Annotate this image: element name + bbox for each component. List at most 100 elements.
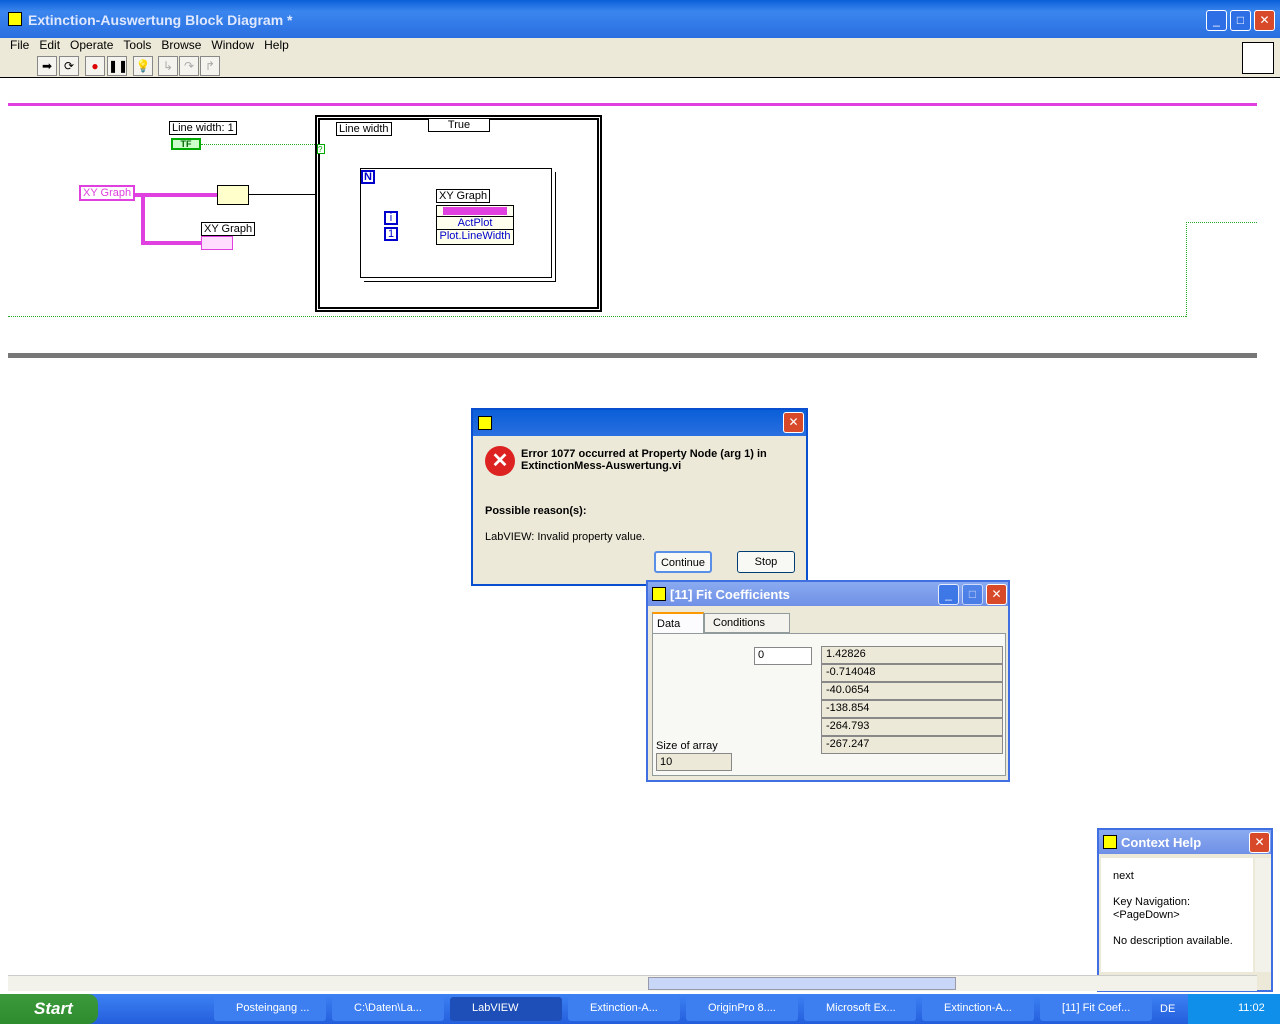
help-text: Key Navigation: — [1113, 896, 1191, 908]
maximize-button[interactable]: □ — [962, 584, 983, 605]
menu-help[interactable]: Help — [264, 38, 289, 52]
case-label: Line width — [336, 122, 392, 136]
continue-button[interactable]: Continue — [654, 551, 712, 573]
menu-browse[interactable]: Browse — [161, 38, 201, 52]
close-button[interactable]: ✕ — [1249, 832, 1270, 853]
wire — [8, 103, 1257, 106]
help-text: next — [1113, 870, 1134, 882]
labview-icon — [478, 416, 492, 430]
error-icon: ✕ — [485, 446, 515, 476]
scrollbar[interactable] — [1255, 858, 1271, 972]
minimize-button[interactable]: _ — [938, 584, 959, 605]
menu-edit[interactable]: Edit — [39, 38, 60, 52]
step-out-icon[interactable]: ↱ — [200, 56, 220, 76]
iteration-terminal: i — [384, 211, 398, 225]
highlight-execution-icon[interactable]: 💡 — [133, 56, 153, 76]
error-dialog: ✕ ✕ Error 1077 occurred at Property Node… — [471, 408, 808, 586]
clock: 11:02 — [1238, 1002, 1265, 1014]
pause-icon[interactable]: ❚❚ — [107, 56, 128, 76]
start-button[interactable]: Start — [0, 994, 98, 1024]
tab-panel: 0 1.42826 -0.714048 -40.0654 -138.854 -2… — [652, 633, 1006, 776]
task-excel[interactable]: Microsoft Ex... — [804, 997, 916, 1021]
maximize-button[interactable]: □ — [1230, 10, 1251, 31]
menu-operate[interactable]: Operate — [70, 38, 113, 52]
property-node-icon[interactable] — [217, 185, 249, 205]
task-fit-coefficients[interactable]: [11] Fit Coef... — [1040, 997, 1152, 1021]
labview-icon — [1103, 835, 1117, 849]
step-over-icon[interactable]: ↷ — [179, 56, 199, 76]
loop-count-terminal: N — [361, 170, 375, 184]
line-width-label: Line width: 1 — [169, 121, 237, 135]
divider — [8, 353, 1257, 358]
menu-bar: File Edit Operate Tools Browse Window Help — [0, 38, 1280, 54]
task-extinction-2[interactable]: Extinction-A... — [922, 997, 1034, 1021]
boolean-control[interactable]: TF — [171, 138, 201, 150]
array-element: -267.247 — [821, 736, 1003, 754]
title-bar: Extinction-Auswertung Block Diagram * _ … — [0, 0, 1280, 38]
wire — [141, 241, 203, 245]
size-value: 10 — [656, 753, 732, 771]
vi-icon — [1242, 42, 1274, 74]
abort-icon[interactable]: ● — [85, 56, 105, 76]
array-index[interactable]: 0 — [754, 647, 812, 665]
wire — [249, 194, 317, 195]
minimize-button[interactable]: _ — [1206, 10, 1227, 31]
horizontal-scrollbar[interactable] — [8, 975, 1257, 991]
property-node[interactable]: ActPlot Plot.LineWidth — [436, 205, 514, 245]
array-element: 1.42826 — [821, 646, 1003, 664]
case-selector[interactable]: True — [428, 118, 490, 132]
run-icon[interactable]: ➡ — [37, 56, 57, 76]
tab-conditions[interactable]: Conditions — [704, 613, 790, 633]
labview-icon — [652, 587, 666, 601]
context-help-title: Context Help — [1121, 835, 1202, 850]
dialog-close-button[interactable]: ✕ — [783, 412, 804, 433]
task-labview[interactable]: LabVIEW — [450, 997, 562, 1021]
reasons-title: Possible reason(s): — [485, 505, 587, 517]
reference-terminal[interactable] — [201, 236, 233, 250]
stop-button[interactable]: Stop — [737, 551, 795, 573]
selector-terminal: ? — [317, 144, 325, 154]
step-into-icon[interactable]: ↳ — [158, 56, 178, 76]
help-text: No description available. — [1113, 935, 1233, 947]
fit-coefficients-window: [11] Fit Coefficients _ □ ✕ Data Conditi… — [646, 580, 1010, 782]
for-loop[interactable]: N i 1 XY Graph ActPlot Plot.LineWidth — [360, 168, 552, 278]
help-text: <PageDown> — [1113, 909, 1180, 921]
xy-graph-terminal[interactable]: XY Graph — [79, 185, 136, 201]
fit-window-title: [11] Fit Coefficients — [670, 587, 790, 602]
toolbar: ➡ ⟳ ● ❚❚ 💡 ↳ ↷ ↱ — [0, 42, 1280, 78]
prop-actplot: ActPlot — [437, 216, 513, 229]
labview-icon — [8, 12, 22, 26]
prop-linewidth: Plot.LineWidth — [437, 229, 513, 242]
menu-file[interactable]: File — [10, 38, 29, 52]
task-explorer[interactable]: C:\Daten\La... — [332, 997, 444, 1021]
system-tray: 11:02 — [1188, 994, 1280, 1024]
close-button[interactable]: ✕ — [986, 584, 1007, 605]
reason-text: LabVIEW: Invalid property value. — [485, 531, 645, 543]
window-title: Extinction-Auswertung Block Diagram * — [28, 12, 293, 28]
run-continuously-icon[interactable]: ⟳ — [59, 56, 79, 76]
case-structure[interactable]: Line width True ? N i 1 XY Graph ActPlot… — [315, 115, 602, 312]
wire — [141, 193, 145, 245]
close-button[interactable]: ✕ — [1254, 10, 1275, 31]
menu-window[interactable]: Window — [211, 38, 254, 52]
task-originpro[interactable]: OriginPro 8.... — [686, 997, 798, 1021]
context-help-window: Context Help ✕ next Key Navigation: <Pag… — [1097, 828, 1273, 992]
tab-data[interactable]: Data — [652, 612, 704, 634]
context-help-content: next Key Navigation: <PageDown> No descr… — [1101, 858, 1253, 972]
task-posteingang[interactable]: Posteingang ... — [214, 997, 326, 1021]
array-values: 1.42826 -0.714048 -40.0654 -138.854 -264… — [821, 646, 1003, 754]
task-extinction-1[interactable]: Extinction-A... — [568, 997, 680, 1021]
xy-graph-ref-label: XY Graph — [201, 222, 256, 236]
array-element: -0.714048 — [821, 664, 1003, 682]
language-indicator[interactable]: DE — [1160, 1003, 1175, 1015]
constant-one: 1 — [384, 227, 398, 241]
size-label: Size of array — [656, 740, 718, 752]
scroll-thumb[interactable] — [648, 977, 956, 990]
array-element: -138.854 — [821, 700, 1003, 718]
wire — [1186, 222, 1257, 317]
node-label: XY Graph — [436, 189, 491, 203]
menu-tools[interactable]: Tools — [123, 38, 151, 52]
wire — [133, 193, 218, 197]
wire — [8, 316, 1186, 317]
array-element: -40.0654 — [821, 682, 1003, 700]
